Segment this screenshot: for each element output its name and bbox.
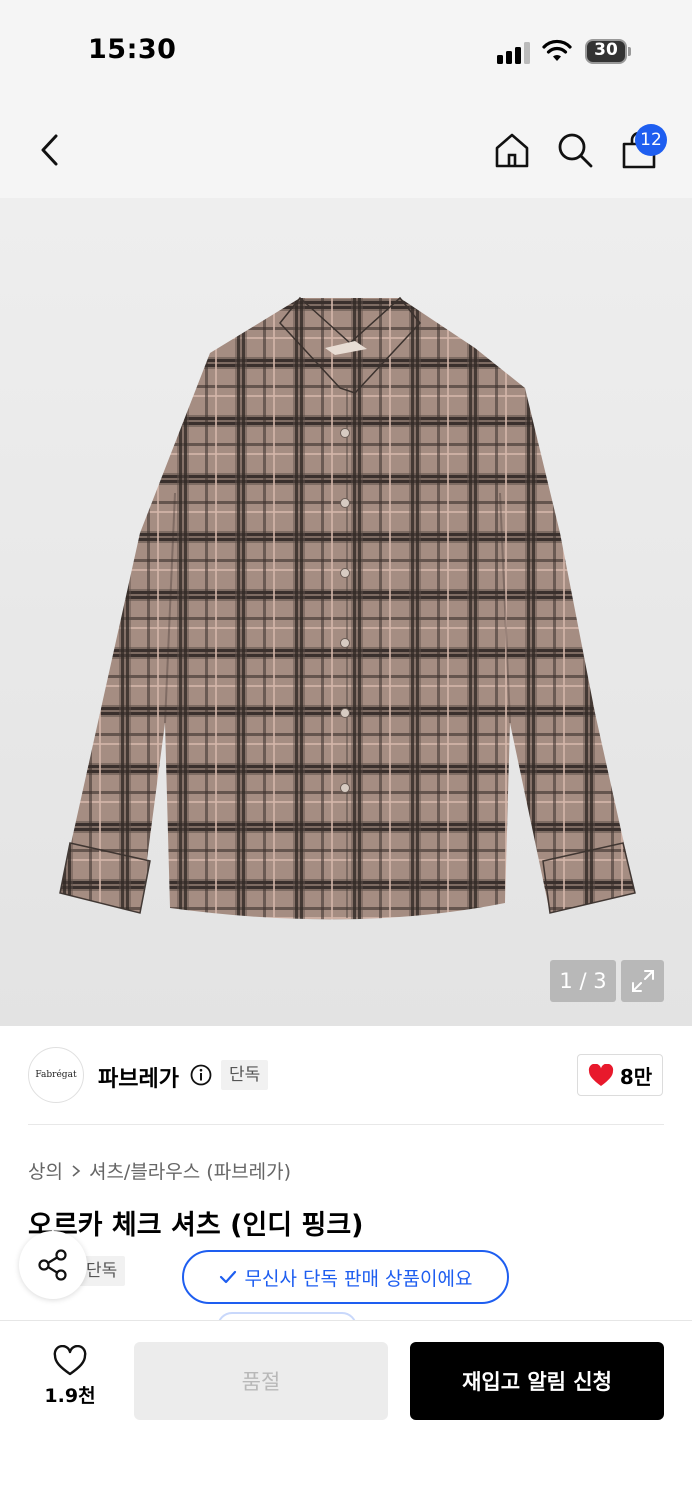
cart-count-badge: 12 <box>635 124 667 156</box>
info-icon[interactable] <box>190 1064 212 1086</box>
brand-logo-text: Fabrégat <box>35 1070 77 1080</box>
exclusive-tag: 단독 <box>221 1060 269 1090</box>
exclusive-sale-text: 무신사 단독 판매 상품이에요 <box>244 1267 473 1290</box>
breadcrumb: 상의 셔츠/블라우스 (파브레가) <box>28 1157 291 1184</box>
cellular-signal-icon <box>497 42 533 64</box>
brand-name[interactable]: 파브레가 <box>98 1061 179 1093</box>
top-nav-bar <box>0 100 692 198</box>
chevron-right-icon <box>72 1164 81 1177</box>
home-button[interactable] <box>490 128 534 172</box>
expand-icon <box>631 970 654 992</box>
soldout-button[interactable]: 품절 <box>134 1342 388 1420</box>
home-icon <box>495 133 529 168</box>
wishlist-count: 1.9천 <box>44 1385 96 1407</box>
expand-image-button[interactable] <box>621 960 664 1002</box>
status-bar: 15:30 30 <box>0 0 692 100</box>
battery-indicator: 30 <box>585 39 631 64</box>
brand-like-button[interactable]: 8만 <box>577 1054 663 1096</box>
wishlist-button[interactable]: 1.9천 <box>30 1345 110 1425</box>
brand-logo[interactable]: Fabrégat <box>28 1047 84 1103</box>
back-button[interactable] <box>28 128 72 172</box>
status-time: 15:30 <box>88 34 177 65</box>
image-counter: 1 / 3 <box>550 960 616 1002</box>
exclusive-sale-banner[interactable]: 무신사 단독 판매 상품이에요 <box>182 1250 509 1304</box>
share-icon <box>38 1249 67 1281</box>
share-button[interactable] <box>19 1231 87 1299</box>
battery-level: 30 <box>594 40 618 60</box>
back-arrow-icon <box>41 134 58 166</box>
product-photo <box>59 296 636 920</box>
brand-like-count: 8만 <box>619 1064 653 1089</box>
checkmark-icon <box>219 1270 236 1284</box>
product-title: 오르카 체크 셔츠 (인디 핑크) <box>28 1210 364 1241</box>
heart-filled-icon <box>588 1063 613 1086</box>
breadcrumb-subcategory[interactable]: 셔츠/블라우스 (파브레가) <box>89 1157 291 1184</box>
search-icon <box>558 133 593 168</box>
wifi-icon <box>542 39 572 61</box>
brand-row: Fabrégat 파브레가 단독 8만 <box>0 1026 692 1126</box>
product-image-gallery[interactable]: 1 / 3 <box>0 198 692 1026</box>
bottom-action-bar: 1.9천 품절 재입고 알림 신청 <box>0 1320 692 1500</box>
heart-outline-icon <box>53 1345 87 1376</box>
search-button[interactable] <box>553 128 597 172</box>
divider <box>28 1124 664 1125</box>
restock-alert-button[interactable]: 재입고 알림 신청 <box>410 1342 664 1420</box>
breadcrumb-category[interactable]: 상의 <box>28 1157 63 1184</box>
